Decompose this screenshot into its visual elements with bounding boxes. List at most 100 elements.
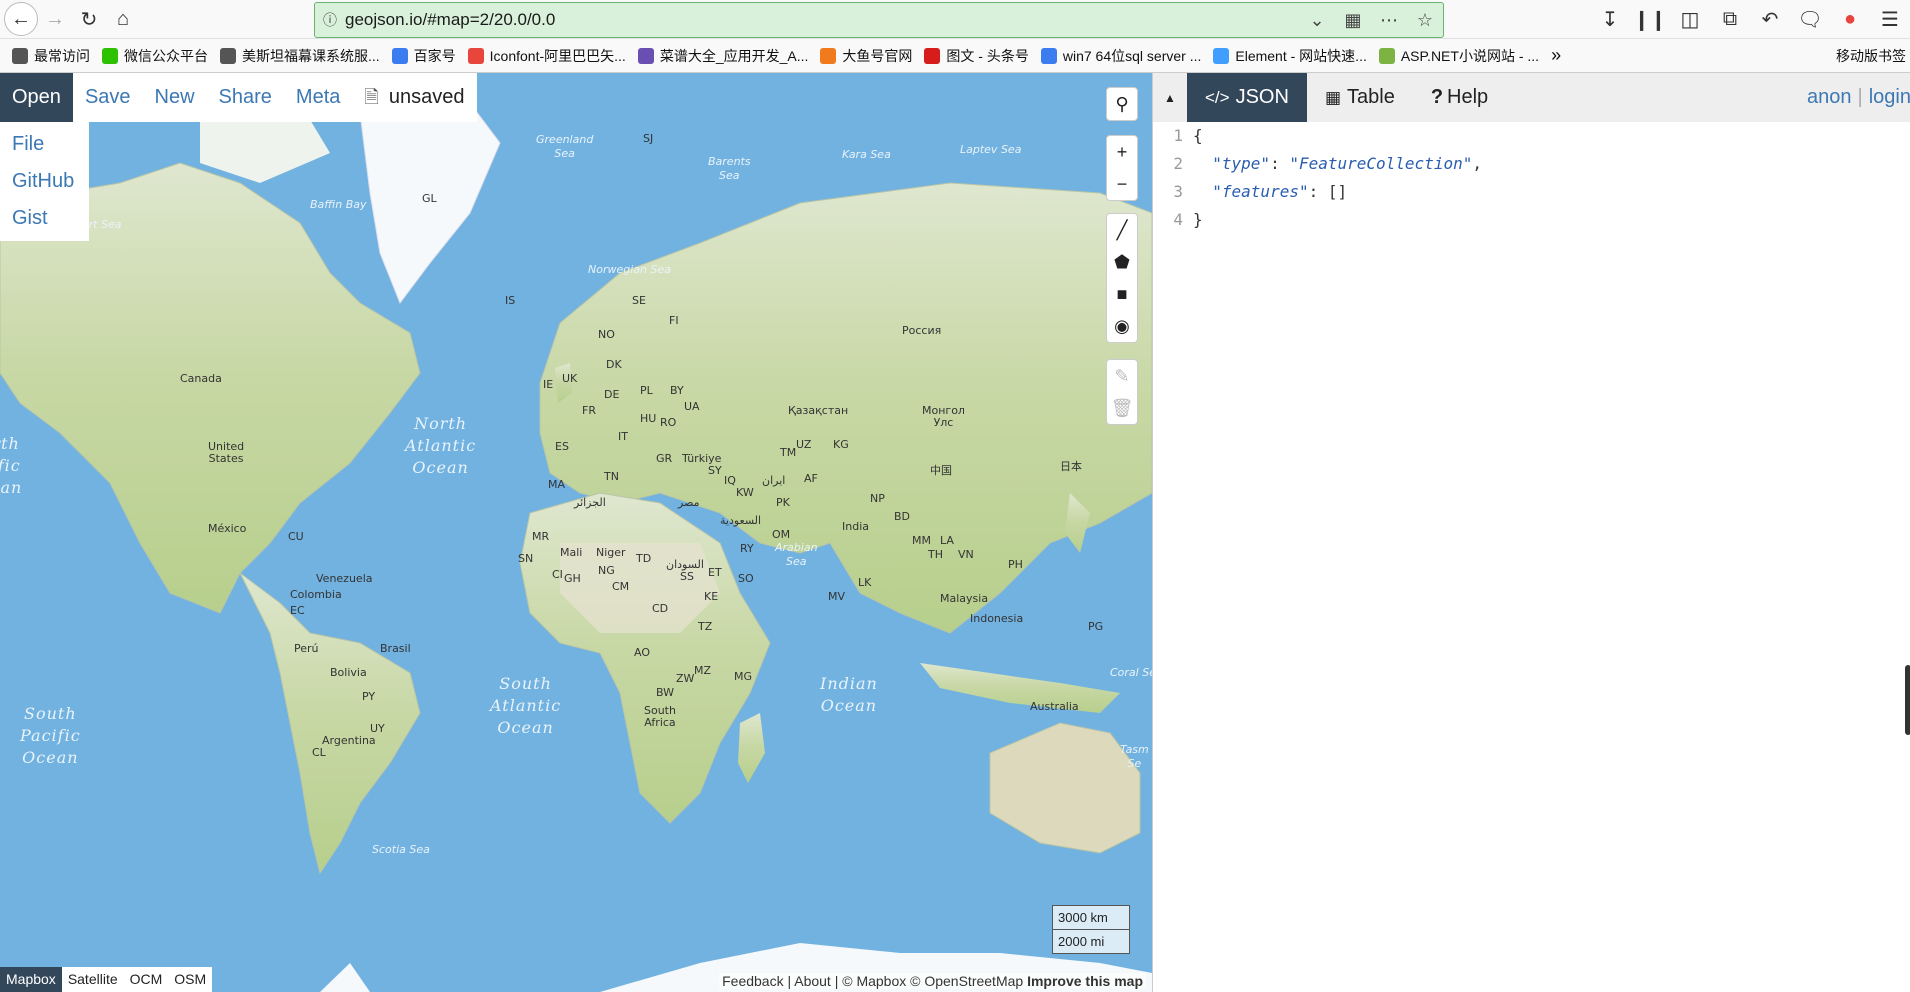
bookmarks-overflow-icon[interactable]: » [1551, 45, 1561, 66]
country-label: SO [738, 572, 754, 585]
open-file-item[interactable]: File [0, 126, 89, 163]
open-gist-item[interactable]: Gist [0, 200, 89, 237]
layer-mapbox[interactable]: Mapbox [0, 967, 62, 992]
scrollbar-handle[interactable] [1905, 665, 1910, 735]
bookmark-item[interactable]: ASP.NET小说网站 - ... [1378, 46, 1539, 66]
screenshot-icon[interactable]: ⧉ [1710, 2, 1750, 36]
download-icon[interactable]: ↧ [1590, 2, 1630, 36]
app-topbar: Open Save New Share Meta 🗎 unsaved [0, 73, 477, 122]
sea-label: Arabian Sea [775, 541, 818, 568]
chevron-down-icon[interactable]: ⌄ [1299, 10, 1335, 31]
qr-code-icon[interactable]: ▦ [1335, 10, 1371, 31]
trash-icon[interactable]: 🗑 [1107, 392, 1137, 424]
collapse-caret-icon[interactable]: ▲ [1153, 73, 1187, 122]
code-line[interactable]: 3 "features": [] [1153, 178, 1910, 206]
line-number: 4 [1173, 210, 1183, 229]
country-label: PL [640, 384, 653, 397]
tab-json[interactable]: </> JSON [1187, 73, 1307, 122]
bookmark-item[interactable]: 微信公众平台 [102, 46, 208, 66]
json-editor[interactable]: 1{2 "type": "FeatureCollection", 3 "featu… [1153, 122, 1910, 992]
country-label: ES [555, 440, 569, 453]
country-label: AO [634, 646, 650, 659]
scale-km: 3000 km [1052, 905, 1130, 930]
bookmark-item[interactable]: Element - 网站快速... [1213, 46, 1367, 66]
bookmark-label: 微信公众平台 [124, 47, 208, 64]
new-button[interactable]: New [143, 73, 207, 122]
sea-label: Laptev Sea [960, 143, 1022, 156]
improve-map-link[interactable]: Improve this map [1027, 973, 1143, 989]
address-bar[interactable]: ⓘ geojson.io/#map=2/20.0/0.0 ⌄ ▦ ⋯ ☆ [314, 2, 1444, 38]
login-link[interactable]: login [1869, 86, 1910, 109]
more-actions-icon[interactable]: ⋯ [1371, 10, 1407, 31]
zoom-in-button[interactable]: + [1107, 136, 1137, 168]
menu-icon[interactable]: ☰ [1870, 2, 1910, 36]
country-label: KW [736, 486, 754, 499]
layer-satellite[interactable]: Satellite [62, 967, 124, 992]
undo-icon[interactable]: ↶ [1750, 2, 1790, 36]
map-view[interactable]: North Atlantic Ocean South Atlantic Ocean… [0, 73, 1152, 992]
bookmark-item[interactable]: 图文 - 头条号 [924, 46, 1029, 66]
forward-icon[interactable]: → [38, 2, 72, 36]
edit-icon[interactable]: ✎ [1107, 360, 1137, 392]
open-button[interactable]: Open [0, 73, 73, 122]
reload-icon[interactable]: ↻ [72, 2, 106, 36]
map-attribution: Feedback | About | © Mapbox © OpenStreet… [719, 973, 1146, 989]
chat-icon[interactable]: 🗨 [1790, 2, 1830, 36]
bookmark-item[interactable]: 最常访问 [12, 46, 90, 66]
back-icon[interactable]: ← [4, 2, 38, 36]
search-icon[interactable]: ⚲ [1107, 88, 1137, 120]
bookmark-item[interactable]: Iconfont-阿里巴巴矢... [467, 46, 626, 66]
anon-link[interactable]: anon [1807, 86, 1852, 109]
draw-marker-icon[interactable]: ◉ [1107, 310, 1137, 342]
geocoder-control: ⚲ [1106, 87, 1138, 121]
layer-ocm[interactable]: OCM [124, 967, 169, 992]
mobile-bookmarks[interactable]: 移动版书签 [1836, 46, 1906, 66]
country-label: India [842, 520, 869, 533]
tab-help[interactable]: ? Help [1413, 73, 1506, 122]
draw-control: ╱ ⬟ ■ ◉ [1106, 213, 1138, 343]
share-button[interactable]: Share [207, 73, 284, 122]
sea-label: Baffin Bay [310, 198, 367, 211]
draw-polygon-icon[interactable]: ⬟ [1107, 246, 1137, 278]
open-github-item[interactable]: GitHub [0, 163, 89, 200]
library-icon[interactable]: ❙❙ [1630, 2, 1670, 36]
country-label: KE [704, 590, 719, 603]
code-line[interactable]: 4} [1153, 206, 1910, 234]
save-button[interactable]: Save [73, 73, 143, 122]
attribution-links[interactable]: Feedback | About | © Mapbox © OpenStreet… [722, 973, 1023, 989]
ocean-label: South Atlantic Ocean [490, 674, 562, 737]
bookmark-label: 百家号 [413, 47, 456, 64]
bookmark-star-icon[interactable]: ☆ [1407, 10, 1443, 31]
country-label: MV [828, 590, 846, 603]
country-label: NP [870, 492, 885, 505]
country-label: TH [928, 548, 943, 561]
country-label: LA [940, 534, 954, 547]
sidebar-icon[interactable]: ◫ [1670, 2, 1710, 36]
url-text[interactable]: geojson.io/#map=2/20.0/0.0 [345, 10, 1299, 30]
country-label: SY [708, 464, 722, 477]
country-label: TN [604, 470, 619, 483]
line-number: 3 [1173, 182, 1183, 201]
draw-line-icon[interactable]: ╱ [1107, 214, 1137, 246]
country-label: MG [734, 670, 753, 683]
ocean-label: North Atlantic Ocean [405, 414, 477, 477]
bookmark-item[interactable]: 美斯坦福幕课系统服... [220, 46, 380, 66]
code-line[interactable]: 2 "type": "FeatureCollection", [1153, 150, 1910, 178]
world-map [0, 102, 1152, 992]
bookmark-item[interactable]: 百家号 [391, 46, 456, 66]
draw-rectangle-icon[interactable]: ■ [1107, 278, 1137, 310]
bookmark-item[interactable]: win7 64位sql server ... [1040, 46, 1201, 66]
country-label: Indonesia [970, 612, 1024, 625]
tab-table[interactable]: ▦ Table [1307, 73, 1413, 122]
info-icon[interactable]: ⓘ [315, 10, 345, 30]
home-icon[interactable]: ⌂ [106, 2, 140, 36]
bookmark-item[interactable]: 大鱼号官网 [820, 46, 912, 66]
layer-osm[interactable]: OSM [168, 967, 212, 992]
code-line[interactable]: 1{ [1153, 122, 1910, 150]
pin-icon[interactable]: ● [1830, 2, 1870, 36]
help-icon: ? [1430, 86, 1444, 108]
meta-button[interactable]: Meta [284, 73, 352, 122]
country-label: UY [370, 722, 385, 735]
bookmark-item[interactable]: 菜谱大全_应用开发_A... [637, 46, 808, 66]
zoom-out-button[interactable]: − [1107, 168, 1137, 200]
